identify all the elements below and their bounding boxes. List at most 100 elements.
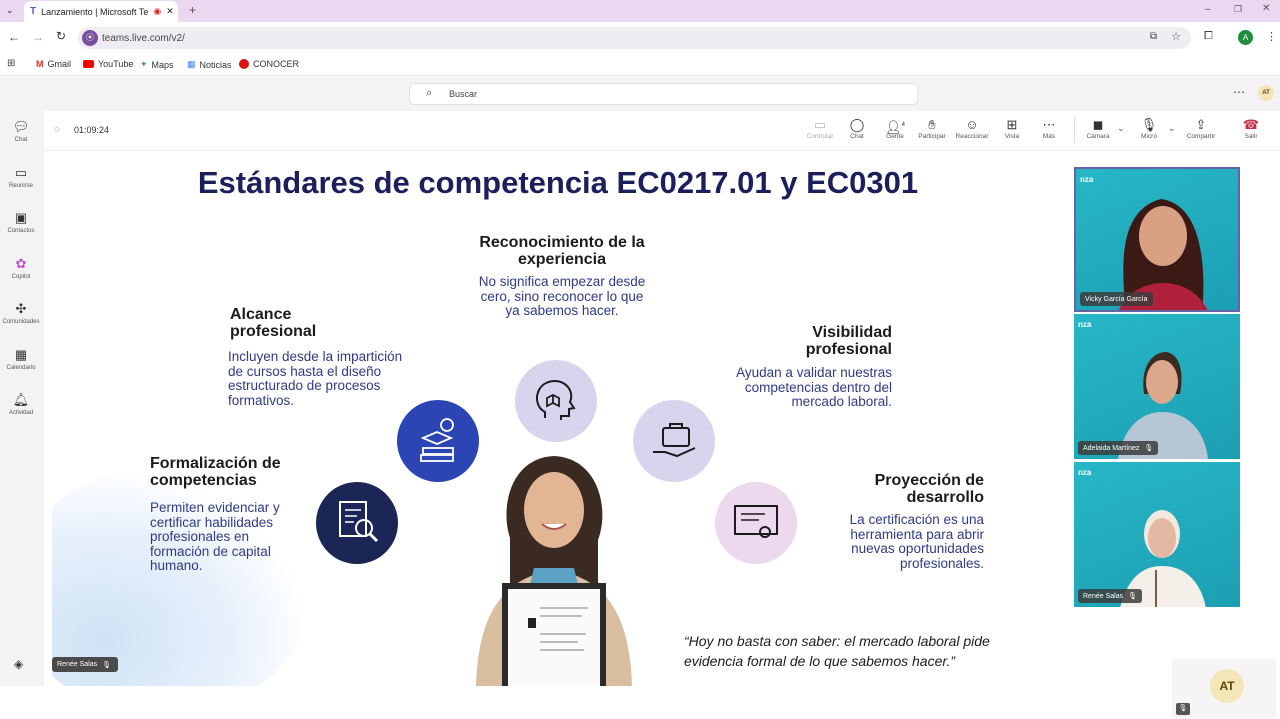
slide-quote: “Hoy no basta con saber: el mercado labo… <box>684 633 990 669</box>
rail-item-chat[interactable]: 💬︎ Chat <box>0 119 42 144</box>
head-book-icon <box>536 380 576 420</box>
browser-tab[interactable]: T Lanzamiento | Microsoft Te ◉ ✕ <box>24 1 178 22</box>
mic-options-chevron-icon[interactable]: ⌄ <box>1168 123 1176 134</box>
chat-icon: 💬︎ <box>12 119 30 134</box>
evidence-circle <box>316 482 398 564</box>
profile-avatar[interactable]: A <box>1238 30 1253 45</box>
slide-title: Estándares de competencia EC0217.01 y EC… <box>197 165 919 200</box>
site-info-icon[interactable]: ⦿ <box>82 30 98 46</box>
people-count: 4 <box>901 122 905 128</box>
participant-name-tag: Adelaida Martínez 🎙︎ <box>1078 441 1159 455</box>
participant-tile-adelaida[interactable]: nza Adelaida Martínez 🎙︎ <box>1074 314 1240 459</box>
premium-icon[interactable]: ◈ <box>14 657 23 671</box>
more-button[interactable]: ⋯ Más <box>1031 117 1067 140</box>
youtube-icon <box>83 60 94 68</box>
camera-off-icon: ◼ <box>1092 117 1104 132</box>
hang-up-icon: ☎︎ <box>1242 117 1260 132</box>
experience-circle <box>515 360 597 442</box>
people-icon: 👤︎4 <box>885 119 905 135</box>
restore-icon[interactable]: ❐ <box>1234 4 1242 15</box>
window-close-icon[interactable]: ✕ <box>1262 3 1270 14</box>
rail-item-copilot[interactable]: ✿ Copilot <box>0 256 42 281</box>
body-proyeccion: La certificación es una herramienta para… <box>849 512 984 571</box>
teams-app: T ⌕ Buscar ⋯ AT 💬︎Chat ▭Reunirse ▣Contac… <box>0 77 1280 719</box>
heading-alcance: Alcance profesional <box>230 306 317 340</box>
control-icon: ▭ <box>813 117 827 132</box>
background-logo: nza <box>1080 175 1094 184</box>
grid-view-icon: ⊞ <box>1006 117 1018 132</box>
reload-icon[interactable]: ↻ <box>56 29 66 43</box>
conocer-icon <box>239 59 249 69</box>
calendar-icon: ▦ <box>14 347 28 362</box>
participant-tile-vicky[interactable]: nza Vicky García García <box>1074 167 1240 312</box>
mic-button[interactable]: 🎙︎ Micro <box>1131 117 1167 140</box>
control-button[interactable]: ▭ Controlar <box>802 117 838 140</box>
navigation-bar: ← → ↻ ⦿ teams.live.com/v2/ ⧉ ☆ ⧠ A ⋮ <box>0 22 1280 54</box>
self-view-tile[interactable]: AT 🎙︎ <box>1172 659 1276 719</box>
mic-muted-icon: 🎙︎ <box>1128 593 1137 600</box>
copilot-icon: ✿ <box>15 256 27 271</box>
react-button[interactable]: ☺ Reaccionar <box>954 117 990 140</box>
rail-item-activity[interactable]: 🔔︎ Actividad <box>0 392 42 417</box>
back-icon[interactable]: ← <box>8 30 20 44</box>
presenter-name-tag: Renée Salas 🎙︎ <box>52 657 118 672</box>
heading-formalizacion: Formalización de competencias <box>150 455 281 489</box>
bookmark-gmail[interactable]: M Gmail <box>36 59 71 69</box>
participant-name-tag: Vicky García García <box>1080 292 1153 306</box>
bookmark-conocer[interactable]: CONOCER <box>239 59 299 69</box>
meeting-toolbar: ◌ 01:09:24 ▭ Controlar ◯ Chat 👤︎4 Gente ✋︎ P… <box>44 111 1280 151</box>
bookmark-maps[interactable]: ✦ Maps <box>140 59 174 70</box>
hand-icon: ✋︎ <box>928 117 936 132</box>
share-button[interactable]: ⇪ Compartir <box>1183 117 1219 140</box>
address-bar[interactable]: ⦿ teams.live.com/v2/ ⧉ ☆ <box>78 27 1191 49</box>
people-button[interactable]: 👤︎4 Gente <box>877 117 913 140</box>
forward-icon[interactable]: → <box>32 30 44 44</box>
close-tab-icon[interactable]: ✕ <box>166 6 174 17</box>
self-mic-muted-icon: 🎙︎ <box>1176 703 1190 715</box>
bell-icon: 🔔︎ <box>12 392 30 407</box>
view-button[interactable]: ⊞ Vista <box>994 117 1030 140</box>
camera-button[interactable]: ◼ Cámara <box>1080 117 1116 140</box>
chat-button[interactable]: ◯ Chat <box>839 117 875 140</box>
mic-off-icon: 🎙︎ <box>1140 117 1158 132</box>
background-logo: nza <box>1078 320 1092 329</box>
mic-muted-icon: 🎙︎ <box>102 661 111 669</box>
extensions-icon[interactable]: ⧠ <box>1204 30 1213 43</box>
bookmark-news[interactable]: ▦ Noticias <box>187 59 232 70</box>
body-alcance: Incluyen desde la impartición de cursos … <box>228 349 403 408</box>
video-icon: ▭ <box>14 165 28 180</box>
tab-list-icon[interactable]: ⌄ <box>6 5 14 16</box>
camera-options-chevron-icon[interactable]: ⌄ <box>1117 123 1125 134</box>
document-magnifier-icon <box>339 501 379 543</box>
smiley-icon: ☺ <box>965 117 979 132</box>
rail-item-communities[interactable]: ✣ Comunidades <box>0 302 42 326</box>
minimize-icon[interactable]: – <box>1205 4 1211 15</box>
leave-button[interactable]: ☎︎ Salir <box>1233 117 1269 140</box>
woman-illustration <box>476 456 632 686</box>
certificate-icon <box>734 505 778 538</box>
gmail-icon: M <box>36 59 44 69</box>
body-reconocimiento: No significa empezar desde cero, sino re… <box>478 274 646 318</box>
bookmark-youtube[interactable]: YouTube <box>83 59 133 69</box>
new-tab-icon[interactable]: + <box>189 3 196 17</box>
meeting-timer: 01:09:24 <box>74 125 110 135</box>
search-input[interactable]: ⌕ Buscar <box>409 83 918 105</box>
heading-proyeccion: Proyección de desarrollo <box>874 472 984 506</box>
heading-visibilidad: Visibilidad profesional <box>805 324 892 358</box>
apps-grid-icon[interactable]: ⊞ <box>7 58 15 69</box>
more-options-icon[interactable]: ⋯ <box>1233 85 1245 99</box>
bookmark-star-icon[interactable]: ☆ <box>1171 30 1181 43</box>
teams-favicon-icon: T <box>30 6 37 17</box>
rail-item-calendar[interactable]: ▦ Calendario <box>0 347 42 372</box>
user-avatar[interactable]: AT <box>1258 85 1274 101</box>
browser-tab-strip: ⌄ T Lanzamiento | Microsoft Te ◉ ✕ + – ❐… <box>0 0 1280 22</box>
raise-hand-button[interactable]: ✋︎ Participar <box>914 117 950 140</box>
rail-item-contacts[interactable]: ▣ Contactos <box>0 211 42 235</box>
rail-item-meet[interactable]: ▭ Reunirse <box>0 165 42 190</box>
woman-holding-certificate-image <box>470 448 638 686</box>
mic-muted-icon: 🎙︎ <box>1144 445 1154 452</box>
install-app-icon[interactable]: ⧉ <box>1150 31 1157 42</box>
heading-reconocimiento: Reconocimiento de la experiencia <box>479 234 645 268</box>
participant-tile-renee[interactable]: nza Renée Salas 🎙︎ <box>1074 462 1240 607</box>
browser-menu-icon[interactable]: ⋮ <box>1266 30 1277 43</box>
